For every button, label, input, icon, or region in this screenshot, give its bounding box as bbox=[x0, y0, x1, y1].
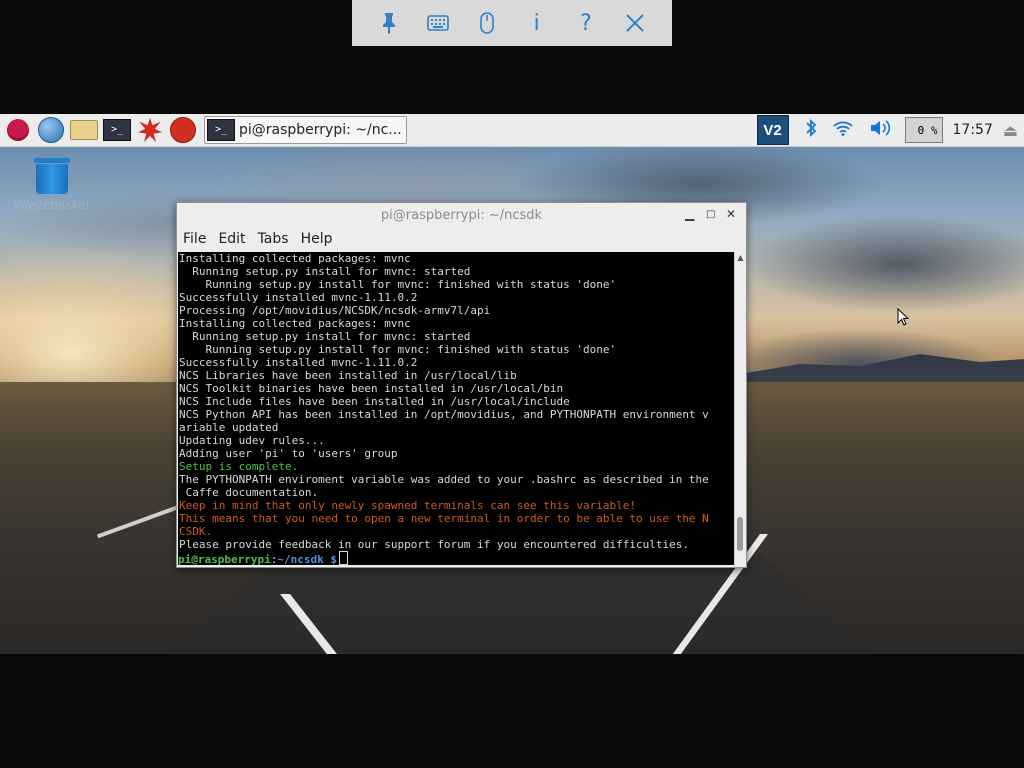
globe-icon bbox=[38, 117, 64, 143]
clock[interactable]: 17:57 bbox=[953, 122, 993, 138]
minimize-button[interactable]: ▁ bbox=[685, 207, 694, 221]
mouse-pointer-icon bbox=[897, 308, 909, 326]
terminal-line: Successfully installed mvnc-1.11.0.2 bbox=[179, 356, 418, 369]
eject-icon[interactable]: ⏏ bbox=[1003, 121, 1018, 140]
wastebasket-icon[interactable] bbox=[34, 158, 70, 194]
terminal-line: Please provide feedback in our support f… bbox=[179, 538, 689, 551]
close-window-button[interactable]: ✕ bbox=[726, 207, 736, 221]
maximize-button[interactable]: □ bbox=[706, 209, 715, 220]
terminal-line: NCS Python API has been installed in /op… bbox=[179, 408, 709, 421]
system-tray: V2 0 % 17:57 ⏏ bbox=[756, 114, 1024, 146]
raspberry-icon bbox=[7, 119, 29, 141]
mouse-icon[interactable] bbox=[471, 7, 503, 39]
terminal-line: Caffe documentation. bbox=[179, 486, 319, 499]
terminal-line: Successfully installed mvnc-1.11.0.2 bbox=[179, 291, 418, 304]
terminal-line: Processing /opt/movidius/NCSDK/ncsdk-arm… bbox=[179, 304, 491, 317]
wolfram-icon bbox=[170, 117, 196, 143]
prompt-path: ~/ncsdk $ bbox=[277, 553, 337, 565]
keyboard-icon[interactable] bbox=[422, 7, 454, 39]
menu-help[interactable]: Help bbox=[301, 231, 333, 247]
terminal-icon: >_ bbox=[207, 119, 235, 141]
terminal-line: Running setup.py install for mvnc: finis… bbox=[179, 343, 617, 356]
terminal-icon: >_ bbox=[103, 119, 131, 141]
terminal-window: pi@raspberrypi: ~/ncsdk ▁ □ ✕ File Edit … bbox=[176, 202, 747, 568]
file-manager-launcher[interactable] bbox=[69, 115, 99, 145]
terminal-output[interactable]: Installing collected packages: mvnc Runn… bbox=[178, 252, 734, 565]
prompt-user: pi@raspberrypi bbox=[178, 553, 271, 565]
wifi-icon[interactable] bbox=[832, 120, 853, 141]
terminal-line: Running setup.py install for mvnc: start… bbox=[179, 330, 471, 343]
math-kernel-launcher[interactable] bbox=[135, 115, 165, 145]
terminal-line: Installing collected packages: mvnc bbox=[179, 252, 411, 265]
cpu-monitor[interactable]: 0 % bbox=[904, 117, 943, 143]
menu-file[interactable]: File bbox=[183, 231, 206, 247]
terminal-line: Updating udev rules... bbox=[179, 434, 325, 447]
vnc-server-icon[interactable]: V2 bbox=[756, 115, 789, 145]
scrollbar-thumb[interactable] bbox=[737, 517, 743, 551]
menu-edit[interactable]: Edit bbox=[218, 231, 245, 247]
help-icon[interactable]: ? bbox=[570, 7, 602, 39]
pin-icon[interactable] bbox=[373, 7, 405, 39]
terminal-line: Keep in mind that only newly spawned ter… bbox=[179, 499, 636, 512]
volume-icon[interactable] bbox=[869, 119, 891, 142]
info-icon[interactable]: i bbox=[521, 7, 553, 39]
terminal-line: Setup is complete. bbox=[179, 460, 299, 473]
folder-icon bbox=[70, 120, 98, 140]
taskbar-terminal-label: pi@raspberrypi: ~/nc... bbox=[239, 122, 402, 138]
wolfram-launcher[interactable] bbox=[168, 115, 198, 145]
window-title: pi@raspberrypi: ~/ncsdk bbox=[380, 207, 543, 223]
terminal-line: Running setup.py install for mvnc: start… bbox=[179, 265, 471, 278]
browser-launcher[interactable] bbox=[36, 115, 66, 145]
bluetooth-icon[interactable] bbox=[805, 118, 817, 143]
raspberry-menu-button[interactable] bbox=[3, 115, 33, 145]
splat-icon bbox=[138, 118, 162, 142]
terminal-line: NCS Libraries have been installed in /us… bbox=[179, 369, 517, 382]
terminal-line: Installing collected packages: mvnc bbox=[179, 317, 411, 330]
taskbar-terminal-button[interactable]: >_ pi@raspberrypi: ~/nc... bbox=[204, 116, 407, 144]
scroll-up-icon[interactable]: ▲ bbox=[735, 252, 746, 263]
terminal-line: This means that you need to open a new t… bbox=[179, 512, 709, 525]
terminal-line: NCS Include files have been installed in… bbox=[179, 395, 570, 408]
wastebasket-label: Wastebasket bbox=[13, 198, 91, 212]
menu-tabs[interactable]: Tabs bbox=[258, 231, 289, 247]
vnc-toolbar: i ? bbox=[352, 0, 672, 46]
terminal-line: Running setup.py install for mvnc: finis… bbox=[179, 278, 617, 291]
terminal-line: The PYTHONPATH enviroment variable was a… bbox=[179, 473, 709, 486]
terminal-line: NCS Toolkit binaries have been installed… bbox=[179, 382, 564, 395]
terminal-scrollbar[interactable]: ▲ bbox=[734, 252, 746, 565]
terminal-launcher[interactable]: >_ bbox=[102, 115, 132, 145]
shell-prompt[interactable]: pi@raspberrypi:~/ncsdk $ bbox=[178, 551, 734, 565]
terminal-menubar: File Edit Tabs Help bbox=[177, 227, 746, 251]
terminal-line: Adding user 'pi' to 'users' group bbox=[179, 447, 398, 460]
close-icon[interactable] bbox=[619, 7, 651, 39]
terminal-line: CSDK. bbox=[179, 525, 213, 538]
text-cursor bbox=[338, 551, 348, 565]
taskbar-panel: >_ >_ pi@raspberrypi: ~/nc... V2 0 % 17:… bbox=[0, 114, 1024, 147]
terminal-line: ariable updated bbox=[179, 421, 279, 434]
window-titlebar[interactable]: pi@raspberrypi: ~/ncsdk ▁ □ ✕ bbox=[177, 203, 746, 227]
remote-desktop[interactable]: >_ >_ pi@raspberrypi: ~/nc... V2 0 % 17:… bbox=[0, 114, 1024, 654]
